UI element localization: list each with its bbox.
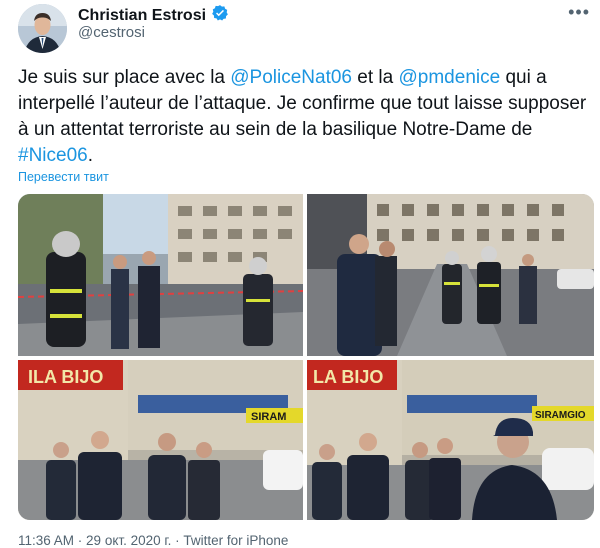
store-sign-text: SIRAM xyxy=(251,411,286,423)
author-handle[interactable]: @cestrosi xyxy=(78,24,145,41)
tweet-text-part: . xyxy=(87,145,93,166)
tweet-source[interactable]: Twitter for iPhone xyxy=(183,533,288,548)
mention-policenat06[interactable]: @PoliceNat06 xyxy=(230,67,352,88)
media-grid: ILA BIJO SIRAM LA BIJO SIRAMGIO xyxy=(18,194,594,520)
tweet-text: Je suis sur place avec la @PoliceNat06 e… xyxy=(18,65,588,169)
tweet-date[interactable]: 29 окт. 2020 г. xyxy=(86,533,171,548)
footer-separator: · xyxy=(171,533,184,548)
photo-4[interactable]: LA BIJO SIRAMGIO xyxy=(307,360,594,520)
photo-2[interactable] xyxy=(307,194,594,356)
more-options-icon[interactable]: ••• xyxy=(568,2,590,23)
shop-sign-text: ILA BIJO xyxy=(28,367,103,387)
tweet-text-part: et la xyxy=(352,67,399,88)
store-sign-text: SIRAMGIO xyxy=(535,410,586,421)
tweet-time[interactable]: 11:36 AM xyxy=(18,533,74,548)
tweet-text-part: Je suis sur place avec la xyxy=(18,67,231,88)
verified-badge-icon xyxy=(211,4,229,27)
photo-1[interactable] xyxy=(18,194,303,356)
photo-3[interactable]: ILA BIJO SIRAM xyxy=(18,360,303,520)
shop-sign-text: LA BIJO xyxy=(313,367,383,387)
mention-pmdenice[interactable]: @pmdenice xyxy=(399,67,501,88)
display-name[interactable]: Christian Estrosi xyxy=(78,7,206,25)
tweet-footer: 11:36 AM · 29 окт. 2020 г. · Twitter for… xyxy=(18,533,288,548)
footer-separator: · xyxy=(74,533,87,548)
avatar[interactable] xyxy=(18,4,67,53)
translate-tweet-link[interactable]: Перевести твит xyxy=(18,170,109,184)
hashtag-nice06[interactable]: #Nice06 xyxy=(18,145,88,166)
